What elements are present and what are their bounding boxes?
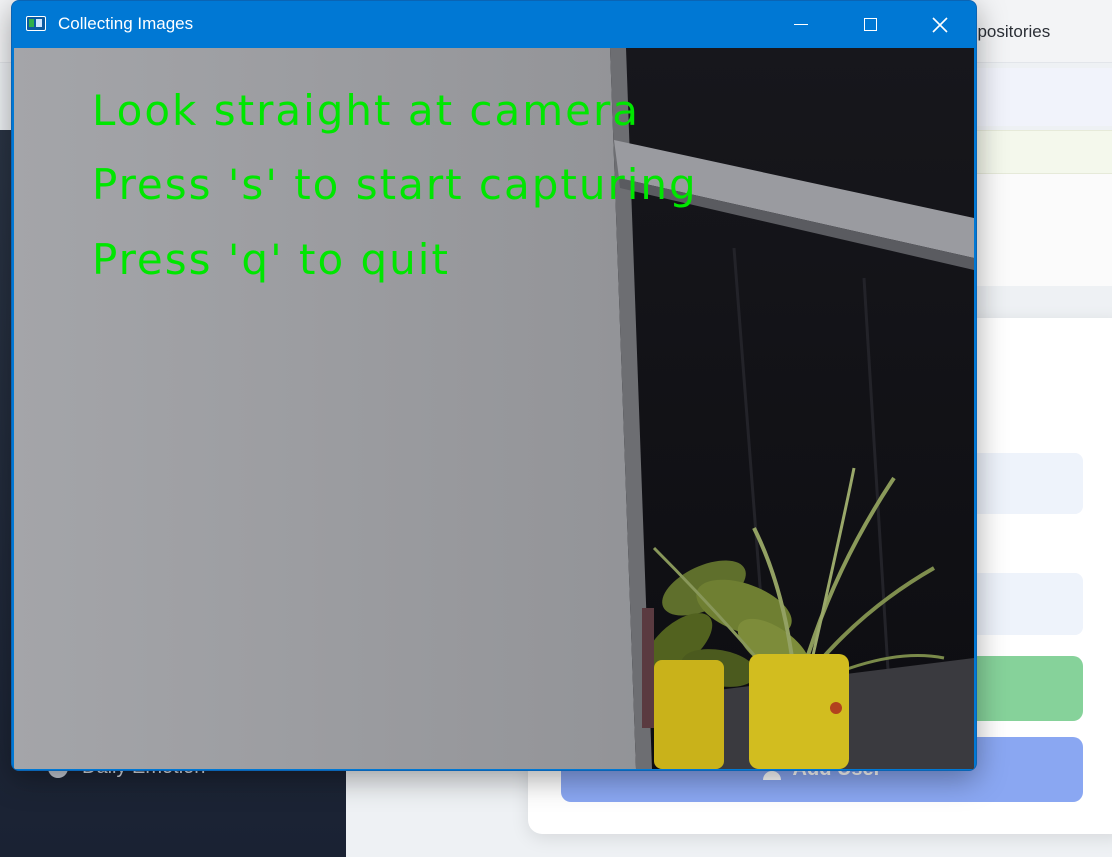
background-notice-strip (976, 130, 1112, 174)
camera-feed: Look straight at camera Press 's' to sta… (14, 48, 974, 769)
instruction-start: Press 's' to start capturing (92, 160, 698, 209)
camera-frame (14, 48, 974, 769)
background-panel (976, 174, 1112, 286)
minimize-icon (794, 23, 808, 26)
window-titlebar[interactable]: Collecting Images (12, 1, 976, 48)
collecting-images-window: Collecting Images Look straight at camer… (11, 0, 977, 771)
close-icon (932, 16, 948, 33)
repositories-tab[interactable]: epositories (968, 22, 1050, 42)
close-button[interactable] (905, 1, 975, 48)
pot-left (654, 660, 724, 769)
maximize-button[interactable] (835, 1, 905, 48)
maximize-icon (863, 18, 877, 31)
background-panel-strip (976, 68, 1112, 126)
minimize-button[interactable] (766, 1, 836, 48)
instruction-quit: Press 'q' to quit (92, 235, 450, 284)
app-icon (26, 16, 46, 31)
window-title: Collecting Images (58, 14, 194, 33)
instruction-look: Look straight at camera (92, 86, 640, 135)
